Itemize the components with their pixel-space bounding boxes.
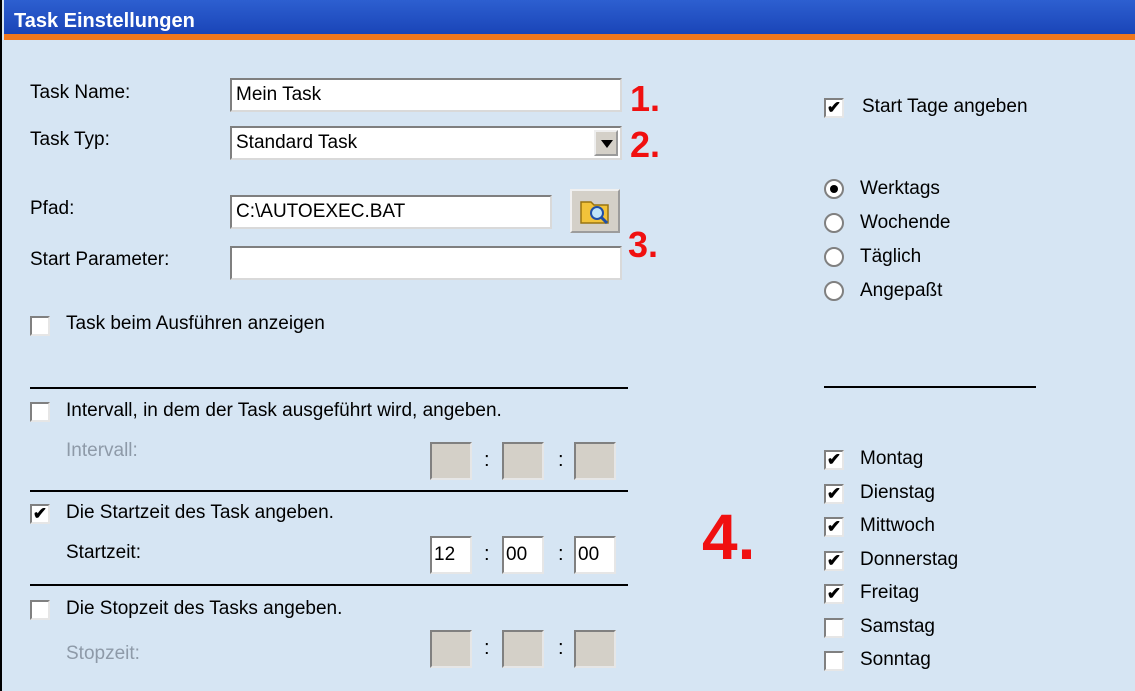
task-type-select[interactable]: Standard Task [230,126,622,160]
task-name-label: Task Name: [30,82,131,103]
stop-time-seconds[interactable] [574,630,616,668]
start-parameter-input[interactable] [230,246,622,280]
marker-4: 4. [702,501,756,573]
start-days-label: Start Tage angeben [862,96,1028,117]
start-parameter-label: Start Parameter: [30,249,170,270]
folder-search-icon [580,201,609,225]
separator: : [484,543,490,565]
start-days-checkbox[interactable]: ✔ [824,98,844,118]
chevron-down-icon[interactable] [594,130,618,156]
day-checkbox-3[interactable]: ✔ [824,550,844,571]
show-task-checkbox[interactable] [30,316,50,336]
radio-label: Täglich [860,246,922,267]
day-label: Freitag [860,582,920,603]
separator: : [558,543,564,565]
task-name-input[interactable]: Mein Task [230,78,622,112]
start-time-minutes[interactable]: 00 [502,536,544,574]
radio-3[interactable] [824,281,844,301]
interval-field-label: Intervall: [66,440,138,461]
stop-time-field-label: Stopzeit: [66,643,140,664]
task-type-label: Task Typ: [30,129,110,150]
stop-time-minutes[interactable] [502,630,544,668]
show-task-label: Task beim Ausführen anzeigen [66,313,325,334]
day-label: Sonntag [860,649,931,670]
browse-button[interactable] [570,189,620,233]
stop-time-label: Die Stopzeit des Tasks angeben. [66,598,343,619]
start-time-label: Die Startzeit des Task angeben. [66,502,334,523]
stop-time-hours[interactable] [430,630,472,668]
radio-2[interactable] [824,247,844,267]
divider [30,490,628,492]
settings-panel: Task Einstellungen Task Name: Mein Task … [0,0,1135,691]
radio-1[interactable] [824,213,844,233]
separator: : [558,637,564,659]
interval-checkbox[interactable] [30,402,50,422]
stop-time-checkbox[interactable] [30,600,50,620]
separator: : [484,637,490,659]
radio-label: Werktags [860,178,940,199]
start-time-field-label: Startzeit: [66,542,141,563]
day-label: Donnerstag [860,548,959,570]
day-checkbox-0[interactable]: ✔ [824,450,844,470]
day-label: Dienstag [860,481,935,503]
day-checkbox-5[interactable] [824,617,844,638]
radio-label: Angepaßt [860,280,943,301]
divider [824,386,1036,388]
day-checkbox-4[interactable]: ✔ [824,584,844,604]
marker-1: 1. [630,78,661,119]
day-label: Samstag [860,615,935,637]
day-label: Mittwoch [860,515,935,536]
day-checkbox-1[interactable]: ✔ [824,483,844,504]
start-time-seconds[interactable]: 00 [574,536,616,574]
panel-title: Task Einstellungen [14,10,195,32]
path-input[interactable]: C:\AUTOEXEC.BAT [230,195,552,229]
interval-hours[interactable] [430,442,472,480]
divider [30,584,628,586]
interval-minutes[interactable] [502,442,544,480]
marker-3: 3. [628,224,659,265]
interval-label: Intervall, in dem der Task ausgeführt wi… [66,400,502,421]
marker-2: 2. [630,124,661,165]
interval-seconds[interactable] [574,442,616,480]
start-time-hours[interactable]: 12 [430,536,472,574]
day-checkbox-2[interactable]: ✔ [824,517,844,537]
radio-dot [830,185,838,193]
start-time-checkbox[interactable]: ✔ [30,504,50,524]
separator: : [558,449,564,471]
task-type-value: Standard Task [236,132,358,153]
path-label: Pfad: [30,198,75,219]
separator: : [484,449,490,471]
day-checkbox-6[interactable] [824,651,844,671]
divider [30,387,628,389]
title-bar: Task Einstellungen [4,0,1135,40]
radio-0[interactable] [824,179,844,199]
day-label: Montag [860,448,924,469]
radio-label: Wochende [860,212,951,233]
